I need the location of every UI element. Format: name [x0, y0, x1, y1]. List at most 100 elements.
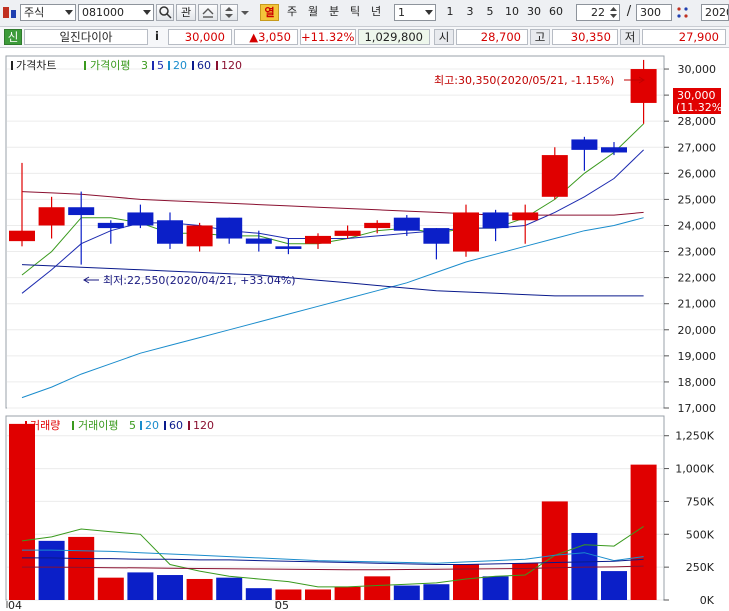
legend-ma120: 120	[221, 59, 242, 72]
stock-code-value: 081000	[82, 6, 124, 19]
chart-menu-icon[interactable]	[2, 4, 18, 21]
current-price: 30,000	[168, 29, 232, 45]
volume-bar	[393, 585, 420, 600]
market-select[interactable]: 주식	[20, 4, 76, 21]
volume-bar	[453, 564, 479, 600]
slash-separator: /	[626, 4, 632, 19]
legend-marker	[72, 421, 74, 430]
period-month-button[interactable]: 월	[304, 4, 322, 21]
quick-interval-30[interactable]: 30	[524, 4, 544, 21]
price-axis: 30,00029,00028,00027,00026,00025,00024,0…	[664, 63, 716, 415]
quick-interval-60[interactable]: 60	[546, 4, 566, 21]
high-label: 고	[530, 29, 550, 45]
volume-bar	[305, 589, 331, 600]
period-tick-button[interactable]: 틱	[346, 4, 364, 21]
volume-tick-label: 1,000K	[675, 463, 714, 476]
period-year-button[interactable]: 년	[367, 4, 385, 21]
interval-select[interactable]: 1	[394, 4, 436, 21]
stepper-icon[interactable]	[609, 5, 618, 20]
count-input[interactable]: 22	[576, 4, 620, 21]
price-tick-label: 19,000	[678, 350, 717, 363]
legend-vma120: 120	[193, 419, 214, 432]
settings-icon[interactable]	[675, 4, 691, 21]
candle-body	[305, 235, 331, 244]
updown-icon	[225, 7, 233, 18]
current-price-tag-pct: (11.32%)	[676, 101, 727, 114]
chevron-down-icon	[143, 10, 151, 15]
candle-body	[157, 220, 183, 244]
quick-interval-1[interactable]: 1	[442, 4, 458, 21]
candle-body	[541, 155, 568, 197]
volume-bar	[9, 423, 35, 600]
price-tick-label: 28,000	[678, 115, 717, 128]
volume-tick-label: 500K	[686, 528, 715, 541]
stock-name: 일진다이아	[24, 29, 148, 45]
period-week-button[interactable]: 주	[283, 4, 301, 21]
quick-interval-10[interactable]: 10	[502, 4, 522, 21]
period-minute-button[interactable]: 분	[325, 4, 343, 21]
legend-vma60: 60	[169, 419, 183, 432]
chevron-down-icon	[425, 10, 433, 15]
sync-button[interactable]	[198, 4, 218, 21]
interval-select-value: 1	[398, 6, 405, 19]
volume-bar	[482, 576, 509, 600]
candle-body	[127, 212, 154, 226]
volume-bar	[423, 584, 450, 600]
volume-bar	[127, 572, 154, 600]
legend-title: 거래량	[30, 419, 60, 432]
chart-canvas[interactable]: 30,00029,00028,00027,00026,00025,00024,0…	[0, 48, 729, 611]
volume-bar	[186, 578, 213, 600]
candle-body	[393, 217, 420, 231]
volume-bar	[157, 575, 183, 600]
x-label-04: 04	[8, 599, 22, 611]
volume-bar	[364, 576, 391, 600]
open-price: 28,700	[456, 29, 528, 45]
price-tick-label: 21,000	[678, 298, 717, 311]
legend-marker	[11, 61, 13, 70]
legend-ma-label: 거래이평	[78, 419, 118, 432]
candle-body	[216, 217, 243, 239]
volume-axis: 1,250K 1,000K 750K 500K 250K 0K	[664, 430, 715, 607]
volume-bar	[68, 536, 95, 600]
chevron-down-icon[interactable]	[240, 4, 250, 21]
daily-period-button[interactable]: 열	[260, 4, 279, 21]
high-annotation: 최고:30,350(2020/05/21, -1.15%)	[434, 74, 614, 87]
legend-marker	[188, 421, 190, 430]
market-select-value: 주식	[24, 6, 45, 19]
spin-button[interactable]	[220, 4, 238, 21]
quick-interval-5[interactable]: 5	[482, 4, 498, 21]
legend-ma5: 5	[157, 59, 164, 72]
legend-ma60: 60	[197, 59, 211, 72]
quick-interval-3[interactable]: 3	[462, 4, 478, 21]
price-change-percent: +11.32%	[300, 29, 356, 45]
candle-body	[38, 207, 65, 226]
total-count-input[interactable]: 300	[636, 4, 672, 21]
stock-info-bar: 신 일진다이아 i 30,000 ▲3,050 +11.32% 1,029,80…	[0, 27, 729, 48]
date-input[interactable]: 2020	[701, 4, 729, 21]
price-tick-label: 20,000	[678, 324, 717, 337]
candle-body	[364, 222, 391, 229]
stock-code-input[interactable]: 081000	[78, 4, 154, 21]
price-legend: 가격차트 가격이평 3 5 20 60 120	[11, 59, 242, 72]
volume-tick-label: 0K	[700, 594, 715, 607]
toolbar: 주식 081000 관 열 주 월 분 틱 년 1 1 3 5 10 30 60…	[0, 0, 729, 27]
candle-body	[186, 225, 213, 247]
chart-menu-icon-svg	[3, 7, 16, 18]
legend-marker	[192, 61, 194, 70]
volume-bar	[216, 577, 243, 600]
volume-bar	[97, 577, 124, 600]
candle-body	[9, 230, 35, 242]
legend-title: 가격차트	[16, 59, 56, 72]
legend-marker	[25, 421, 27, 430]
volume-bar	[245, 588, 272, 600]
candle-body	[482, 212, 509, 229]
price-change: ▲3,050	[234, 29, 298, 45]
low-price: 27,900	[642, 29, 726, 45]
info-button[interactable]: i	[150, 29, 164, 45]
chevron-down-icon-svg	[241, 11, 249, 15]
chevron-down-icon	[65, 10, 73, 15]
legend-marker	[152, 61, 154, 70]
legend-marker	[168, 61, 170, 70]
gwan-button[interactable]: 관	[176, 4, 196, 21]
search-button[interactable]	[156, 4, 174, 21]
